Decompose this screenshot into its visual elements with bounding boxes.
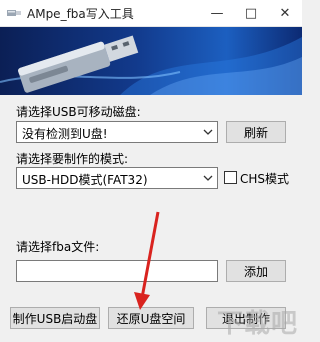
annotation-arrow — [134, 211, 160, 310]
watermark: 下载吧 — [216, 309, 298, 339]
